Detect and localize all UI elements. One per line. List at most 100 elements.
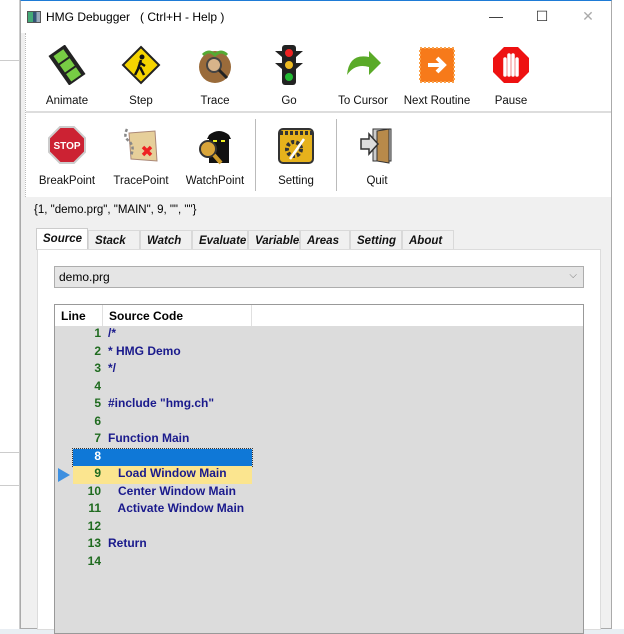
column-header-line[interactable]: Line xyxy=(55,305,103,326)
table-row[interactable]: 3 */ xyxy=(73,361,252,379)
button-label: WatchPoint xyxy=(185,175,245,187)
source-panel: demo.prg ⌵ Line Source Code 1 /* 2 * HMG De… xyxy=(37,249,601,634)
tab-about[interactable]: About xyxy=(402,230,454,250)
tab-stack[interactable]: Stack xyxy=(88,230,140,250)
source-code: Return xyxy=(108,536,147,550)
maximize-button[interactable]: ☐ xyxy=(519,1,565,31)
table-row[interactable]: 13 Return xyxy=(73,536,252,554)
next-routine-button[interactable]: Next Routine xyxy=(400,33,474,111)
map-icon xyxy=(119,123,163,167)
table-row[interactable]: 11 Activate Window Main xyxy=(73,501,252,519)
quit-button[interactable]: Quit xyxy=(340,113,414,197)
table-row[interactable]: 1 /* xyxy=(73,326,252,344)
status-text: {1, "demo.prg", "MAIN", 9, "", ""} xyxy=(34,204,197,216)
step-button[interactable]: Step xyxy=(104,33,178,111)
column-header-source[interactable]: Source Code xyxy=(103,305,252,326)
window-title: HMG Debugger ( Ctrl+H - Help ) xyxy=(46,10,225,24)
table-row[interactable]: 14 xyxy=(73,554,252,572)
button-label: Quit xyxy=(366,175,388,187)
file-select-value: demo.prg xyxy=(59,270,110,284)
pedestrian-sign-icon xyxy=(119,43,163,87)
source-code: * HMG Demo xyxy=(108,343,181,358)
line-number: 13 xyxy=(87,536,101,550)
source-code xyxy=(101,449,108,467)
table-row[interactable]: 6 xyxy=(73,414,252,432)
tab-setting[interactable]: Setting xyxy=(350,230,402,250)
title-bar: HMG Debugger ( Ctrl+H - Help ) — ☐ ✕ xyxy=(21,1,611,33)
line-number: 5 xyxy=(94,396,101,410)
button-label: Go xyxy=(281,95,297,107)
line-number: 7 xyxy=(94,431,101,445)
source-code: #include "hmg.ch" xyxy=(108,396,215,410)
toolbar: Animate Step Trace Go To Cursor Next Routine P… xyxy=(25,33,611,197)
orange-arrow-icon xyxy=(415,43,459,87)
table-row[interactable]: 12 xyxy=(73,519,252,537)
table-row[interactable]: 4 xyxy=(73,379,252,397)
toolbar-separator xyxy=(336,119,337,191)
tab-areas[interactable]: Areas xyxy=(300,230,350,250)
magnifier-ground-icon xyxy=(193,43,237,87)
stop-sign-icon: STOP xyxy=(45,123,89,167)
tab-bar: Source Stack Watch Evaluate Variables Areas Se… xyxy=(36,228,454,250)
spy-icon xyxy=(193,123,237,167)
source-code: Function Main xyxy=(108,431,190,445)
table-row[interactable]: 9 Load Window Main xyxy=(73,466,252,484)
film-icon xyxy=(45,43,89,87)
close-button[interactable]: ✕ xyxy=(565,1,611,31)
line-number: 12 xyxy=(87,518,101,533)
stop-hand-icon xyxy=(489,43,533,87)
debugger-window: HMG Debugger ( Ctrl+H - Help ) — ☐ ✕ Ani… xyxy=(20,0,612,634)
line-number: 10 xyxy=(87,483,101,498)
button-label: Pause xyxy=(494,95,528,107)
tab-variables[interactable]: Variables xyxy=(248,230,306,250)
line-number: 4 xyxy=(94,378,101,393)
svg-text:STOP: STOP xyxy=(53,141,80,152)
file-select[interactable]: demo.prg ⌵ xyxy=(54,266,584,288)
source-code: Activate Window Main xyxy=(108,501,245,515)
tab-evaluate[interactable]: Evaluate xyxy=(192,230,248,250)
button-label: Animate xyxy=(45,95,89,107)
tab-source[interactable]: Source xyxy=(36,228,88,250)
line-number: 9 xyxy=(94,466,101,480)
source-code: Load Window Main xyxy=(108,466,227,480)
table-row[interactable]: 8 xyxy=(72,447,253,467)
toolbar-separator xyxy=(255,119,256,191)
trace-button[interactable]: Trace xyxy=(178,33,252,111)
line-number: 2 xyxy=(94,343,101,358)
line-number: 11 xyxy=(88,501,101,515)
background-app-right xyxy=(612,0,624,629)
pause-button[interactable]: Pause xyxy=(474,33,548,111)
current-line-arrow-icon xyxy=(58,468,70,482)
go-button[interactable]: Go xyxy=(252,33,326,111)
table-row[interactable]: 2 * HMG Demo xyxy=(73,344,252,362)
source-code xyxy=(101,414,108,432)
source-code xyxy=(101,379,108,397)
app-icon xyxy=(27,11,41,23)
line-number: 3 xyxy=(94,361,101,375)
source-code: Center Window Main xyxy=(108,483,236,498)
minimize-button[interactable]: — xyxy=(473,1,519,31)
setting-button[interactable]: Setting xyxy=(259,113,333,197)
exit-door-icon xyxy=(355,123,399,167)
line-number: 1 xyxy=(94,326,101,340)
animate-button[interactable]: Animate xyxy=(30,33,104,111)
table-row[interactable]: 7 Function Main xyxy=(73,431,252,449)
source-code: */ xyxy=(108,361,117,375)
curved-arrow-icon xyxy=(341,43,385,87)
background-app xyxy=(0,0,20,629)
tracepoint-button[interactable]: TracePoint xyxy=(104,113,178,197)
source-grid[interactable]: Line Source Code 1 /* 2 * HMG Demo 3 */ 4 5 #inc… xyxy=(54,304,584,634)
breakpoint-button[interactable]: STOP BreakPoint xyxy=(30,113,104,197)
line-number: 6 xyxy=(94,413,101,428)
button-label: Setting xyxy=(278,175,314,187)
table-row[interactable]: 5 #include "hmg.ch" xyxy=(73,396,252,414)
watchpoint-button[interactable]: WatchPoint xyxy=(178,113,252,197)
to-cursor-button[interactable]: To Cursor xyxy=(326,33,400,111)
table-row[interactable]: 10 Center Window Main xyxy=(73,484,252,502)
tab-watch[interactable]: Watch xyxy=(140,230,192,250)
source-code xyxy=(101,519,108,537)
button-label: TracePoint xyxy=(113,175,169,187)
line-number: 14 xyxy=(87,553,101,568)
line-number: 8 xyxy=(94,448,101,463)
button-label: BreakPoint xyxy=(38,175,96,187)
